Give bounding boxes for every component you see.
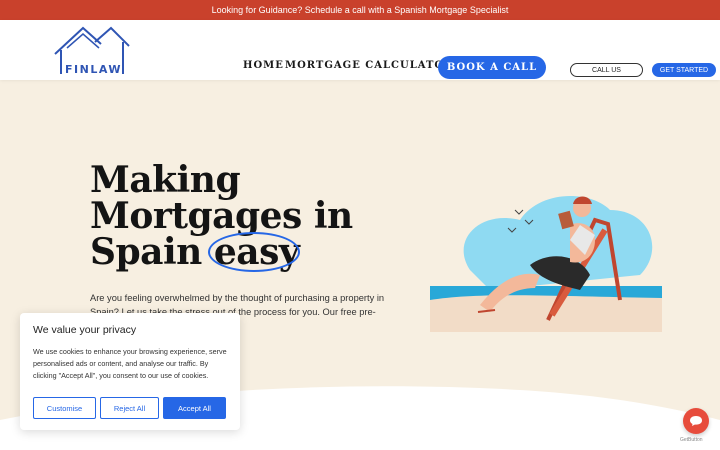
- cookie-consent-banner: We value your privacy We use cookies to …: [20, 313, 240, 430]
- cookie-body: We use cookies to enhance your browsing …: [33, 347, 227, 380]
- hero-title-line3: Spain easy: [90, 231, 300, 273]
- book-a-call-button[interactable]: BOOK A CALL: [438, 56, 546, 79]
- nav-mortgage-calculator[interactable]: MORTGAGE CALCULATOR: [285, 60, 453, 71]
- chat-brand-label: GetButton: [680, 437, 703, 443]
- highlight-ring: [207, 232, 300, 272]
- cookie-actions: Customise Reject All Accept All: [33, 397, 226, 419]
- cookie-title: We value your privacy: [33, 324, 137, 336]
- accept-all-button[interactable]: Accept All: [163, 397, 226, 419]
- beach-illustration: [430, 196, 662, 332]
- nav-home[interactable]: HOME: [243, 60, 284, 71]
- reject-all-button[interactable]: Reject All: [100, 397, 159, 419]
- hero-title-line1: Making: [90, 159, 241, 201]
- announcement-text[interactable]: Looking for Guidance? Schedule a call wi…: [212, 5, 509, 15]
- hero-title: Making Mortgages in Spain easy: [90, 159, 353, 273]
- logo-text[interactable]: FINLAW: [65, 63, 122, 76]
- call-us-button[interactable]: CALL US: [570, 63, 643, 77]
- hero-title-line2: Mortgages in: [90, 195, 353, 237]
- customise-button[interactable]: Customise: [33, 397, 96, 419]
- chat-button[interactable]: [683, 408, 709, 434]
- site-header: FINLAW HOME MORTGAGE CALCULATOR BOOK A C…: [0, 20, 720, 80]
- get-started-button[interactable]: GET STARTED: [652, 63, 716, 77]
- chat-bubble-icon: [690, 416, 702, 426]
- announcement-bar[interactable]: Looking for Guidance? Schedule a call wi…: [0, 0, 720, 20]
